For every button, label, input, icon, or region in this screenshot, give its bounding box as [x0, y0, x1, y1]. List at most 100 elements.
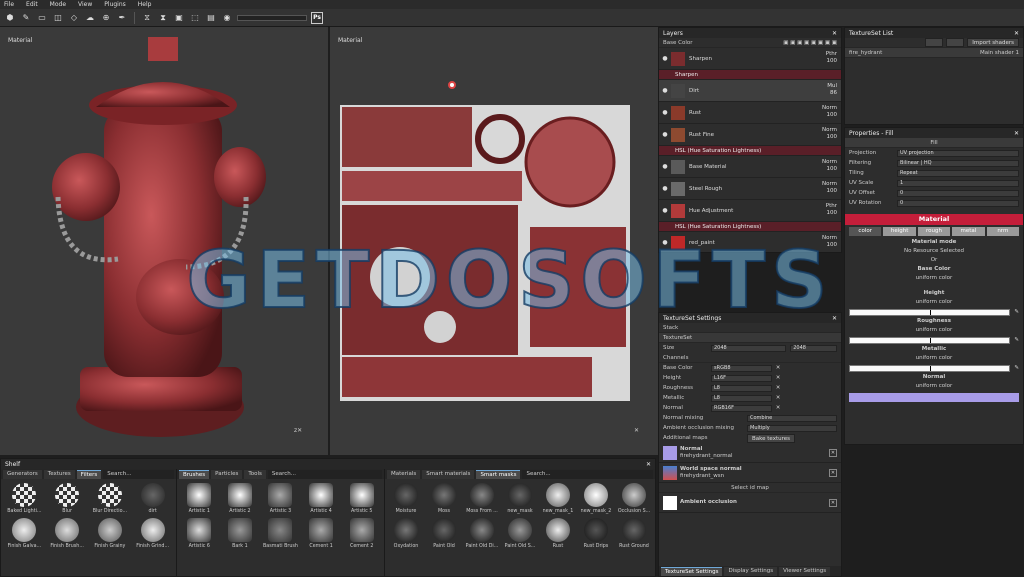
- textureset-item[interactable]: fire_hydrant Main shader 1: [845, 48, 1023, 58]
- tab-tools[interactable]: Tools: [244, 469, 266, 479]
- layer-blend[interactable]: Norm 100: [822, 159, 837, 173]
- tab-materials[interactable]: Materials: [387, 469, 421, 479]
- layer-row[interactable]: ● Rust Norm 100: [659, 102, 841, 124]
- shelf-item[interactable]: new_mask_1: [541, 483, 575, 514]
- chip-rough[interactable]: rough: [917, 227, 951, 236]
- shelf-search-input[interactable]: Search...: [522, 469, 653, 479]
- menu-help[interactable]: Help: [138, 1, 152, 8]
- polygon-fill-icon[interactable]: ◇: [68, 12, 80, 24]
- normal-color-swatch[interactable]: [849, 393, 1019, 402]
- shelf-item[interactable]: Occlusion S...: [617, 483, 651, 514]
- shelf-item[interactable]: Paint Old Di...: [465, 518, 499, 549]
- height-slider[interactable]: [849, 308, 1011, 316]
- frame-icon[interactable]: ⬚: [189, 12, 201, 24]
- textureset-shader[interactable]: Main shader 1: [980, 50, 1019, 56]
- mirror-icon[interactable]: ⧗: [157, 12, 169, 24]
- layer-blend[interactable]: Norm 100: [822, 235, 837, 249]
- tab-generators[interactable]: Generators: [3, 469, 42, 479]
- clone-icon[interactable]: ⊕: [100, 12, 112, 24]
- shelf-item[interactable]: Artistic 1: [181, 483, 218, 514]
- eye-icon[interactable]: ●: [659, 185, 671, 192]
- effect-row[interactable]: HSL (Hue Saturation Lightness): [659, 146, 841, 156]
- shelf-item[interactable]: Rust Drips: [579, 518, 613, 549]
- close-icon[interactable]: ✕: [646, 461, 651, 468]
- shelf-item[interactable]: Artistic 6: [181, 518, 218, 549]
- ao-mixing-select[interactable]: Multiply: [747, 424, 837, 432]
- brush-size-slider[interactable]: [237, 14, 307, 21]
- eraser-icon[interactable]: ▭: [36, 12, 48, 24]
- blank-button[interactable]: [925, 38, 944, 47]
- eye-icon[interactable]: ●: [659, 207, 671, 214]
- effect-row[interactable]: Sharpen: [659, 70, 841, 80]
- map-slot[interactable]: World space normal firehydrant_wsn ✕: [659, 463, 841, 483]
- cube-icon[interactable]: ⬢: [4, 12, 16, 24]
- layer-tools-icon[interactable]: ▣ ▣ ▣ ▣ ▣ ▣ ▣ ▣: [783, 40, 837, 46]
- fill-section[interactable]: Fill: [845, 138, 1023, 148]
- size-select-2[interactable]: 2048: [790, 344, 837, 352]
- edit-icon[interactable]: ✎: [1014, 309, 1019, 315]
- shelf-item[interactable]: Bark 1: [222, 518, 259, 549]
- menu-mode[interactable]: Mode: [50, 1, 66, 8]
- tab-display-settings[interactable]: Display Settings: [724, 566, 778, 576]
- layer-blend[interactable]: Pthr 100: [826, 51, 837, 65]
- shelf-item[interactable]: Moss From ...: [465, 483, 499, 514]
- shelf-item[interactable]: Rust Ground: [617, 518, 651, 549]
- effect-row[interactable]: HSL (Hue Saturation Lightness): [659, 222, 841, 232]
- shelf-item[interactable]: dirt: [133, 483, 172, 514]
- tab-viewer-settings[interactable]: Viewer Settings: [779, 566, 831, 576]
- remove-icon[interactable]: ✕: [776, 395, 781, 401]
- layer-row[interactable]: ● Sharpen Pthr 100: [659, 48, 841, 70]
- smudge-icon[interactable]: ☁: [84, 12, 96, 24]
- picker-icon[interactable]: ✒: [116, 12, 128, 24]
- layer-blend[interactable]: Norm 100: [822, 105, 837, 119]
- shelf-item[interactable]: new_mask_2: [579, 483, 613, 514]
- close-icon[interactable]: ✕: [1014, 130, 1019, 137]
- shelf-item[interactable]: Oxydation: [389, 518, 423, 549]
- select-id-map-button[interactable]: Select id map: [731, 485, 769, 491]
- shelf-item[interactable]: Finish Grind...: [133, 518, 172, 549]
- map-slot[interactable]: Ambient occlusion ✕: [659, 493, 841, 513]
- viewport-3d[interactable]: Material z✕: [0, 27, 328, 455]
- roughness-slider[interactable]: [849, 336, 1011, 344]
- edit-icon[interactable]: ✎: [1014, 365, 1019, 371]
- edit-icon[interactable]: ✎: [1014, 337, 1019, 343]
- projection-select[interactable]: UV projection: [897, 149, 1019, 157]
- symmetry-icon[interactable]: ⧖: [141, 12, 153, 24]
- bake-textures-button[interactable]: Bake textures: [747, 433, 795, 443]
- shelf-item[interactable]: Finish Brush...: [48, 518, 87, 549]
- layer-row[interactable]: ● Base Material Norm 100: [659, 156, 841, 178]
- shelf-item[interactable]: Blur: [48, 483, 87, 514]
- remove-map-icon[interactable]: ✕: [829, 498, 837, 507]
- layer-blend[interactable]: Mul 86: [827, 83, 837, 97]
- remove-icon[interactable]: ✕: [776, 385, 781, 391]
- shelf-item[interactable]: Rust: [541, 518, 575, 549]
- tab-brushes[interactable]: Brushes: [179, 469, 210, 479]
- shelf-item[interactable]: Artistic 3: [262, 483, 299, 514]
- render-icon[interactable]: ◉: [221, 12, 233, 24]
- filtering-select[interactable]: Bilinear | HQ: [897, 159, 1019, 167]
- blank-button-2[interactable]: [946, 38, 965, 47]
- remove-icon[interactable]: ✕: [776, 365, 781, 371]
- channel-format-select[interactable]: L16F: [711, 374, 772, 382]
- layer-row[interactable]: ● red_paint Norm 100: [659, 232, 841, 252]
- shelf-item[interactable]: Paint Old: [427, 518, 461, 549]
- select-id-map-row[interactable]: Select id map: [659, 483, 841, 493]
- chip-nrm[interactable]: nrm: [986, 227, 1020, 236]
- shelf-item[interactable]: Finish Galva...: [5, 518, 44, 549]
- uv-scale-input[interactable]: 1: [897, 179, 1019, 187]
- tab-particles[interactable]: Particles: [211, 469, 243, 479]
- layer-row[interactable]: ● Steel Rough Norm 100: [659, 178, 841, 200]
- shelf-item[interactable]: Moss: [427, 483, 461, 514]
- layer-blend[interactable]: Norm 100: [822, 181, 837, 195]
- tiling-select[interactable]: Repeat: [897, 169, 1019, 177]
- layer-row[interactable]: ● Hue Adjustment Pthr 100: [659, 200, 841, 222]
- eye-icon[interactable]: ●: [659, 109, 671, 116]
- map-slot[interactable]: Normal firehydrant_normal ✕: [659, 443, 841, 463]
- no-resource-label[interactable]: No Resource Selected: [845, 247, 1023, 256]
- channel-format-select[interactable]: L8: [711, 394, 772, 402]
- tab-smart-materials[interactable]: Smart materials: [422, 469, 475, 479]
- layout-icon[interactable]: ▤: [205, 12, 217, 24]
- close-icon[interactable]: ✕: [1014, 30, 1019, 37]
- camera-icon[interactable]: ▣: [173, 12, 185, 24]
- shelf-item[interactable]: new_mask: [503, 483, 537, 514]
